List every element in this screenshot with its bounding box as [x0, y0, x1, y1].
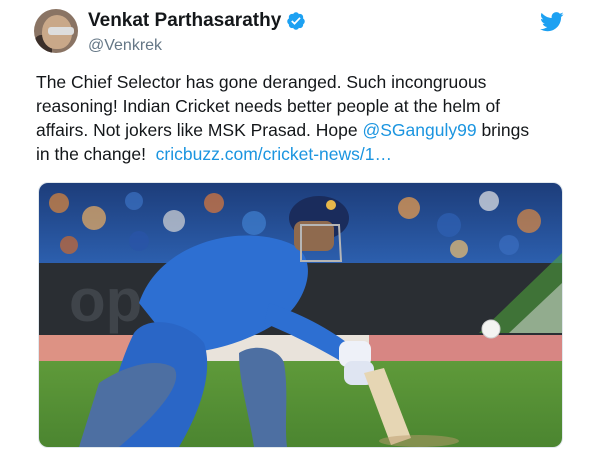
svg-text:op: op	[69, 267, 142, 334]
tweet-line-3-suffix: brings	[476, 120, 530, 140]
tweet-card: Venkat Parthasarathy @Venkrek The Chief …	[0, 0, 600, 450]
tweet-media-photo[interactable]: op	[38, 182, 563, 448]
tweet-line-1: The Chief Selector has gone deranged. Su…	[36, 72, 487, 92]
tweet-text: The Chief Selector has gone deranged. Su…	[36, 70, 576, 166]
author-name-row: Venkat Parthasarathy	[88, 10, 306, 32]
tweet-line-2: reasoning! Indian Cricket needs better p…	[36, 96, 501, 116]
tweet-line-3: affairs. Not jokers like MSK Prasad. Hop…	[36, 118, 576, 142]
verified-badge-icon	[287, 12, 306, 30]
tweet-line-3-text: affairs. Not jokers like MSK Prasad. Hop…	[36, 120, 363, 140]
tweet-line-4: in the change! cricbuzz.com/cricket-news…	[36, 142, 576, 166]
author-name[interactable]: Venkat Parthasarathy	[88, 10, 281, 32]
twitter-bird-icon[interactable]	[540, 12, 564, 32]
mention-link[interactable]: @SGanguly99	[362, 120, 476, 140]
author-handle[interactable]: @Venkrek	[88, 37, 162, 55]
author-avatar[interactable]	[34, 9, 78, 53]
article-link[interactable]: cricbuzz.com/cricket-news/1…	[156, 144, 392, 164]
tweet-line-4-text: in the change!	[36, 144, 156, 164]
cricket-photo: op	[39, 183, 562, 447]
